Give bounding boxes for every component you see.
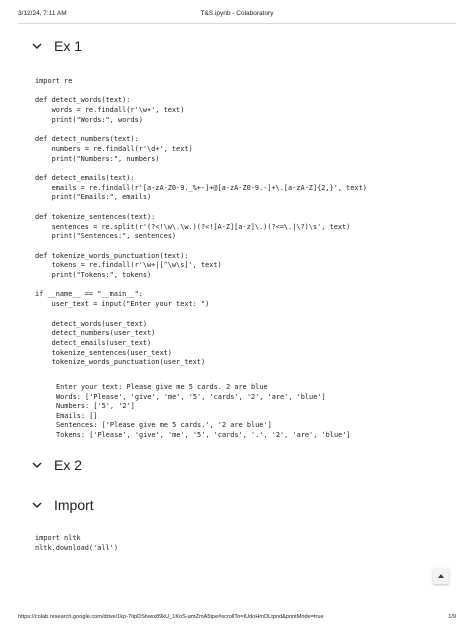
code-line: tokenize_sentences(user_text) [35,348,172,357]
section-title: Ex 2 [54,457,83,473]
code-line: nltk.download('all') [35,543,118,552]
page-number: 1/9 [448,614,456,620]
code-line: import nltk [35,534,81,542]
code-line: def tokenize_words_punctuation(text): [35,251,189,260]
code-line: words = re.findall(r'\w+', text) [35,106,185,115]
code-line: tokens = re.findall(r'\w+|[^\w\s]', text… [35,261,222,270]
code-line: emails = re.findall(r'[a-zA-Z0-9._%+-]+@… [35,183,367,192]
section-header-ex1[interactable]: Ex 1 [30,38,82,54]
code-line: numbers = re.findall(r'\d+', text) [35,144,193,153]
code-line: Emails: [] [56,411,98,420]
code-line: def detect_emails(text): [35,174,135,183]
code-line: sentences = re.split(r'(?<!\w\.\w.)(?<![… [35,222,351,231]
chevron-down-icon[interactable] [30,39,44,53]
code-line: detect_emails(user_text) [35,338,152,347]
section-header-import[interactable]: Import [30,497,94,513]
code-line: tokenize_words_punctuation(user_text) [35,358,206,367]
document-title: T&S.ipynb - Colaboratory [200,10,274,17]
code-line: Tokens: ['Please', 'give', 'me', '5', 'c… [56,430,351,439]
code-line: detect_words(user_text) [35,319,148,328]
chevron-down-icon[interactable] [30,498,44,512]
code-line: print("Numbers:", numbers) [35,154,160,163]
code-line: user_text = input("Enter your text: ") [35,300,210,309]
code-line: def detect_words(text): [35,96,131,105]
chevron-up-icon [438,574,444,578]
code-line: print("Emails:", emails) [35,193,152,202]
section-header-ex2[interactable]: Ex 2 [30,457,82,473]
section-title: Ex 1 [54,38,83,54]
code-line: print("Words:", words) [35,115,143,124]
code-line: if __name__ == "__main__": [35,290,143,299]
code-line: print("Tokens:", tokens) [35,271,152,280]
code-line: Sentences: ['Please give me 5 cards.', '… [56,421,272,430]
code-cell[interactable]: import re def detect_words(text): words … [35,77,367,368]
code-line: Numbers: ['5', '2'] [56,402,135,411]
code-cell[interactable]: import nltk nltk.download('all') [35,534,118,553]
page-url: https://colab.research.google.com/drive/… [18,614,324,620]
code-line: detect_numbers(user_text) [35,329,156,338]
print-header: 3/12/24, 7:11 AM T&S.ipynb - Colaborator… [8,8,466,20]
header-divider [18,23,456,24]
code-line: import re [35,77,73,85]
print-footer: https://colab.research.google.com/drive/… [0,612,474,624]
code-line: Enter your text: Please give me 5 cards.… [56,383,268,391]
scroll-to-top-button[interactable] [433,568,449,584]
chevron-down-icon[interactable] [30,458,44,472]
code-line: Words: ['Please', 'give', 'me', '5', 'ca… [56,392,326,401]
code-line: def detect_numbers(text): [35,135,139,144]
cell-output: Enter your text: Please give me 5 cards.… [56,383,351,441]
section-title: Import [54,497,94,513]
code-line: def tokenize_sentences(text): [35,212,156,221]
code-line: print("Sentences:", sentences) [35,232,177,241]
